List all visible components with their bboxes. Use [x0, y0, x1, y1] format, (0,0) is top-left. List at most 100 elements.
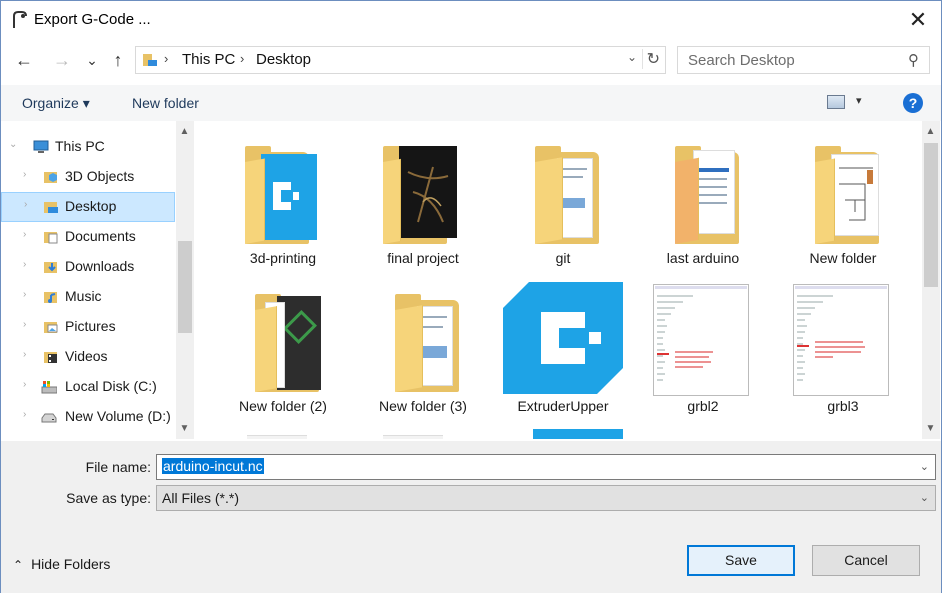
expand-chevron-icon[interactable]: › [23, 409, 26, 420]
scroll-down-icon[interactable]: ▼ [922, 420, 939, 437]
change-view-icon[interactable] [827, 95, 845, 109]
scroll-up-icon[interactable]: ▲ [176, 123, 193, 140]
navigation-bar: ← → ⌄ ↑ › This PC › Desktop ⌄ ↻ Search D… [1, 41, 941, 79]
file-item-new-folder-3[interactable]: New folder (3) [353, 272, 493, 420]
folder-icon [663, 138, 743, 246]
file-list: 3d-printing final project git last ardui… [197, 121, 941, 439]
file-item-new-folder-2[interactable]: New folder (2) [213, 272, 353, 420]
view-dropdown-icon[interactable]: ▾ [856, 94, 862, 107]
scroll-thumb[interactable] [924, 143, 938, 287]
dialog-title: Export G-Code ... [34, 11, 151, 28]
file-item-extruderupper[interactable]: ExtruderUpper [493, 272, 633, 420]
hide-folders-label: Hide Folders [31, 556, 111, 572]
expand-chevron-icon[interactable]: › [23, 379, 26, 390]
recent-locations-button[interactable]: ⌄ [81, 49, 103, 71]
file-name: New folder [809, 250, 877, 266]
expand-chevron-icon[interactable]: › [23, 319, 26, 330]
sidebar-item-label: Music [65, 288, 102, 304]
folder-icon [383, 286, 463, 394]
search-input[interactable]: Search Desktop [688, 52, 795, 69]
refresh-icon[interactable]: ↻ [641, 49, 660, 69]
downloads-icon [44, 262, 57, 273]
navigation-pane: ⌄ This PC › 3D Objects › Desktop › Docum… [1, 121, 195, 439]
sidebar-item-music[interactable]: › Music [1, 282, 175, 312]
file-item-partial[interactable] [247, 435, 307, 439]
file-name: New folder (2) [239, 398, 327, 414]
expand-chevron-icon[interactable]: › [24, 199, 27, 210]
file-item-last-arduino[interactable]: last arduino [633, 124, 773, 272]
videos-icon [44, 352, 57, 363]
help-button[interactable]: ? [903, 93, 923, 113]
folder-icon [383, 138, 463, 246]
file-name: grbl2 [687, 398, 719, 414]
file-name-field[interactable]: arduino-incut.nc ⌄ [156, 454, 936, 480]
sidebar-item-desktop[interactable]: › Desktop [1, 192, 175, 222]
save-as-type-label: Save as type: [66, 490, 151, 506]
scroll-down-icon[interactable]: ▼ [176, 420, 193, 437]
file-item-partial[interactable] [533, 429, 623, 439]
file-item-final-project[interactable]: final project [353, 124, 493, 272]
sidebar-item-documents[interactable]: › Documents [1, 222, 175, 252]
sidebar-item-label: Videos [65, 348, 108, 364]
title-bar: Export G-Code ... ✕ [1, 1, 941, 39]
sidebar-item-videos[interactable]: › Videos [1, 342, 175, 372]
chevron-up-icon: ⌃ [13, 558, 24, 572]
search-box[interactable]: Search Desktop ⚲ [677, 46, 930, 74]
address-bar[interactable]: › This PC › Desktop ⌄ ↻ [135, 46, 666, 74]
sidebar-item-new-volume-d[interactable]: › New Volume (D:) [1, 402, 175, 432]
file-item-grbl2[interactable]: grbl2 [633, 272, 773, 420]
expand-chevron-icon[interactable]: › [23, 259, 26, 270]
sidebar-item-label: Local Disk (C:) [65, 378, 157, 394]
save-as-type-dropdown-icon[interactable]: ⌄ [920, 491, 929, 504]
sidebar-item-label: Downloads [65, 258, 135, 274]
sidebar-item-3d-objects[interactable]: › 3D Objects [1, 162, 175, 192]
file-item-git[interactable]: git [493, 124, 633, 272]
file-name: ExtruderUpper [517, 398, 609, 414]
breadcrumb-separator: › [240, 51, 245, 66]
expand-chevron-icon[interactable]: › [23, 229, 26, 240]
file-list-scrollbar[interactable]: ▲ ▼ [922, 121, 940, 439]
documents-icon [44, 232, 58, 244]
file-name: last arduino [666, 250, 740, 266]
save-form: File name: arduino-incut.nc ⌄ Save as ty… [1, 441, 941, 593]
expand-chevron-icon[interactable]: › [23, 349, 26, 360]
cancel-button[interactable]: Cancel [812, 545, 920, 576]
save-as-type-select[interactable]: All Files (*.*) ⌄ [156, 485, 936, 511]
sidebar-item-this-pc[interactable]: ⌄ This PC [1, 132, 175, 162]
file-name-dropdown-icon[interactable]: ⌄ [920, 460, 929, 473]
file-item-new-folder[interactable]: New folder [773, 124, 913, 272]
expand-chevron-icon[interactable]: › [23, 289, 26, 300]
breadcrumb-desktop[interactable]: Desktop [256, 51, 311, 68]
save-as-type-value: All Files (*.*) [162, 490, 240, 506]
sidebar-item-local-disk-c[interactable]: › Local Disk (C:) [1, 372, 175, 402]
back-button[interactable]: ← [13, 49, 35, 71]
file-name-input[interactable]: arduino-incut.nc [162, 458, 264, 474]
command-toolbar: Organize ▾ New folder ▾ ? [1, 85, 941, 121]
scroll-thumb[interactable] [178, 241, 192, 333]
sidebar-item-label: New Volume (D:) [65, 408, 171, 424]
breadcrumb-this-pc[interactable]: This PC [182, 51, 235, 68]
breadcrumb-separator: › [164, 51, 169, 66]
file-item-grbl3[interactable]: grbl3 [773, 272, 913, 420]
address-dropdown-icon[interactable]: ⌄ [627, 50, 637, 64]
file-item-3d-printing[interactable]: 3d-printing [213, 124, 353, 272]
file-name: New folder (3) [379, 398, 467, 414]
this-pc-icon [143, 54, 157, 66]
sidebar-item-downloads[interactable]: › Downloads [1, 252, 175, 282]
scroll-up-icon[interactable]: ▲ [922, 123, 939, 140]
close-button[interactable]: ✕ [895, 1, 941, 39]
export-gcode-dialog: Export G-Code ... ✕ ← → ⌄ ↑ › This PC › … [0, 0, 942, 593]
sidebar-item-label: 3D Objects [65, 168, 135, 184]
file-item-partial[interactable] [383, 435, 443, 439]
save-button[interactable]: Save [687, 545, 795, 576]
hide-folders-button[interactable]: ⌃ Hide Folders [13, 556, 110, 572]
expand-chevron-icon[interactable]: ⌄ [9, 139, 17, 150]
forward-button[interactable]: → [51, 49, 73, 71]
new-folder-button[interactable]: New folder [132, 95, 199, 111]
sidebar-item-pictures[interactable]: › Pictures [1, 312, 175, 342]
navigation-pane-scrollbar[interactable]: ▲ ▼ [176, 121, 194, 439]
sidebar-item-label: Desktop [65, 198, 117, 214]
organize-button[interactable]: Organize ▾ [22, 95, 90, 112]
expand-chevron-icon[interactable]: › [23, 169, 26, 180]
up-button[interactable]: ↑ [107, 49, 129, 71]
